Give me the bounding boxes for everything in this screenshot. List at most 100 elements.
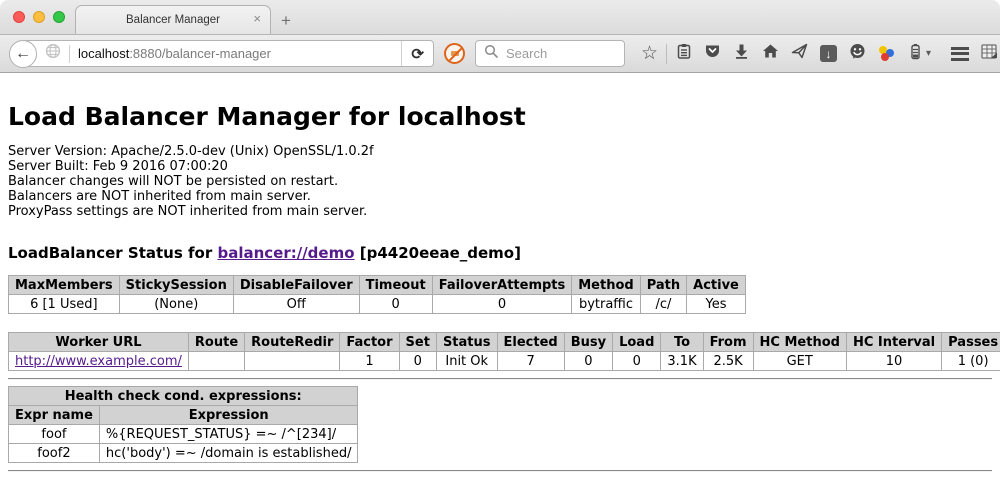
col-hc-interval: HC Interval: [846, 333, 941, 352]
cell-load: 0: [613, 352, 661, 371]
cell-busy: 0: [564, 352, 612, 371]
col-timeout: Timeout: [359, 276, 432, 295]
cell-route: [188, 352, 244, 371]
status-heading-prefix: LoadBalancer Status for: [8, 244, 217, 262]
worker-data-row: http://www.example.com/ 1 0 Init Ok 7 0 …: [9, 352, 1000, 371]
cell-disablefailover: Off: [233, 295, 359, 314]
tab-close-icon[interactable]: ×: [253, 12, 261, 25]
bottom-divider: [8, 470, 992, 472]
col-expression: Expression: [99, 406, 358, 425]
health-check-table: Health check cond. expressions: Expr nam…: [8, 386, 358, 463]
col-from: From: [703, 333, 753, 352]
cell-failoverattempts: 0: [432, 295, 572, 314]
smiley-icon: [849, 43, 866, 65]
cell-hc-interval: 10: [846, 352, 941, 371]
cell-status: Init Ok: [436, 352, 497, 371]
minimize-window-button[interactable]: [33, 11, 45, 23]
col-path: Path: [640, 276, 686, 295]
cell-path: /c/: [640, 295, 686, 314]
new-tab-button[interactable]: +: [281, 12, 291, 29]
col-elected: Elected: [497, 333, 564, 352]
health-header-row: Expr name Expression: [9, 406, 358, 425]
status-heading: LoadBalancer Status for balancer://demo …: [8, 244, 992, 262]
cell-factor: 1: [340, 352, 399, 371]
url-bar[interactable]: localhost:8880/balancer-manager ⟳: [22, 40, 434, 67]
plugin-blocked-icon[interactable]: [444, 43, 465, 64]
health-row-foof: foof %{REQUEST_STATUS} =~ /^[234]/: [9, 425, 358, 444]
worker-url-link[interactable]: http://www.example.com/: [15, 354, 182, 369]
colors-extension-icon: [878, 45, 895, 62]
tab-groups-icon: [980, 43, 998, 65]
zoom-window-button[interactable]: [53, 11, 65, 23]
col-worker-url: Worker URL: [9, 333, 189, 352]
col-hc-method: HC Method: [753, 333, 846, 352]
cell-stickysession: (None): [119, 295, 233, 314]
col-load: Load: [613, 333, 661, 352]
search-icon: [484, 44, 498, 63]
site-identity-globe-icon[interactable]: [45, 43, 61, 64]
tab-groups-button[interactable]: [974, 42, 1000, 66]
cell-expression: %{REQUEST_STATUS} =~ /^[234]/: [99, 425, 358, 444]
window-controls: [0, 11, 65, 23]
pocket-button[interactable]: [698, 42, 727, 66]
home-button[interactable]: [756, 42, 785, 66]
reading-list-icon: [676, 43, 692, 65]
cell-worker-url: http://www.example.com/: [9, 352, 189, 371]
url-path: :8880/balancer-manager: [129, 46, 271, 61]
col-failoverattempts: FailoverAttempts: [432, 276, 572, 295]
send-page-button[interactable]: [785, 42, 814, 66]
overflow-caret-icon[interactable]: ▾: [926, 48, 931, 59]
col-route: Route: [188, 333, 244, 352]
cell-active: Yes: [687, 295, 746, 314]
col-busy: Busy: [564, 333, 612, 352]
home-icon: [762, 43, 779, 64]
col-factor: Factor: [340, 333, 399, 352]
download-extension-button[interactable]: ↓: [814, 42, 843, 66]
pocket-icon: [704, 43, 721, 64]
col-method: Method: [572, 276, 640, 295]
server-version-line: Server Version: Apache/2.5.0-dev (Unix) …: [8, 144, 992, 159]
cell-timeout: 0: [359, 295, 432, 314]
send-paper-plane-icon: [791, 43, 808, 64]
status-heading-suffix: [p4420eeae_demo]: [355, 244, 521, 262]
balancer-data-row: 6 [1 Used] (None) Off 0 0 bytraffic /c/ …: [9, 295, 746, 314]
back-button[interactable]: ←: [9, 40, 37, 68]
url-bar-divider: [69, 45, 70, 63]
col-routeredir: RouteRedir: [245, 333, 340, 352]
server-info: Server Version: Apache/2.5.0-dev (Unix) …: [8, 144, 992, 219]
server-built-line: Server Built: Feb 9 2016 07:00:20: [8, 159, 992, 174]
download-extension-icon: ↓: [820, 45, 837, 62]
bookmark-star-button[interactable]: ☆: [635, 42, 664, 66]
url-domain: localhost: [78, 46, 129, 61]
col-passes: Passes: [942, 333, 1000, 352]
url-text[interactable]: localhost:8880/balancer-manager: [78, 46, 401, 61]
worker-header-row: Worker URL Route RouteRedir Factor Set S…: [9, 333, 1000, 352]
col-to: To: [661, 333, 703, 352]
toolbar-separator: [666, 44, 667, 64]
cell-maxmembers: 6 [1 Used]: [9, 295, 120, 314]
reload-button[interactable]: ⟳: [401, 41, 433, 66]
bookmark-star-icon: ☆: [641, 44, 658, 63]
cell-to: 3.1K: [661, 352, 703, 371]
col-active: Active: [687, 276, 746, 295]
colors-extension-button[interactable]: [872, 42, 901, 66]
navigation-toolbar: ← localhost:8880/balancer-manager ⟳ ☆: [0, 35, 1000, 73]
tab-title: Balancer Manager: [126, 14, 220, 26]
tab-bar: Balancer Manager × +: [0, 0, 1000, 35]
menu-button[interactable]: [945, 42, 974, 66]
cell-expression: hc('body') =~ /domain is established/: [99, 444, 358, 463]
cell-passes: 1 (0): [942, 352, 1000, 371]
close-window-button[interactable]: [13, 11, 25, 23]
balancer-demo-link[interactable]: balancer://demo: [217, 244, 354, 262]
feedback-smiley-button[interactable]: [843, 42, 872, 66]
toolbar-icons: ☆ ↓: [635, 42, 1000, 66]
reading-list-button[interactable]: [669, 42, 698, 66]
tab-balancer-manager[interactable]: Balancer Manager ×: [75, 5, 271, 34]
downloads-button[interactable]: [727, 42, 756, 66]
back-icon: ←: [15, 45, 31, 63]
search-bar: [475, 40, 625, 67]
cell-routeredir: [245, 352, 340, 371]
browser-window: Balancer Manager × + ← localhost:8880/ba…: [0, 0, 1000, 491]
search-input[interactable]: [504, 45, 616, 62]
reload-icon: ⟳: [411, 45, 424, 63]
